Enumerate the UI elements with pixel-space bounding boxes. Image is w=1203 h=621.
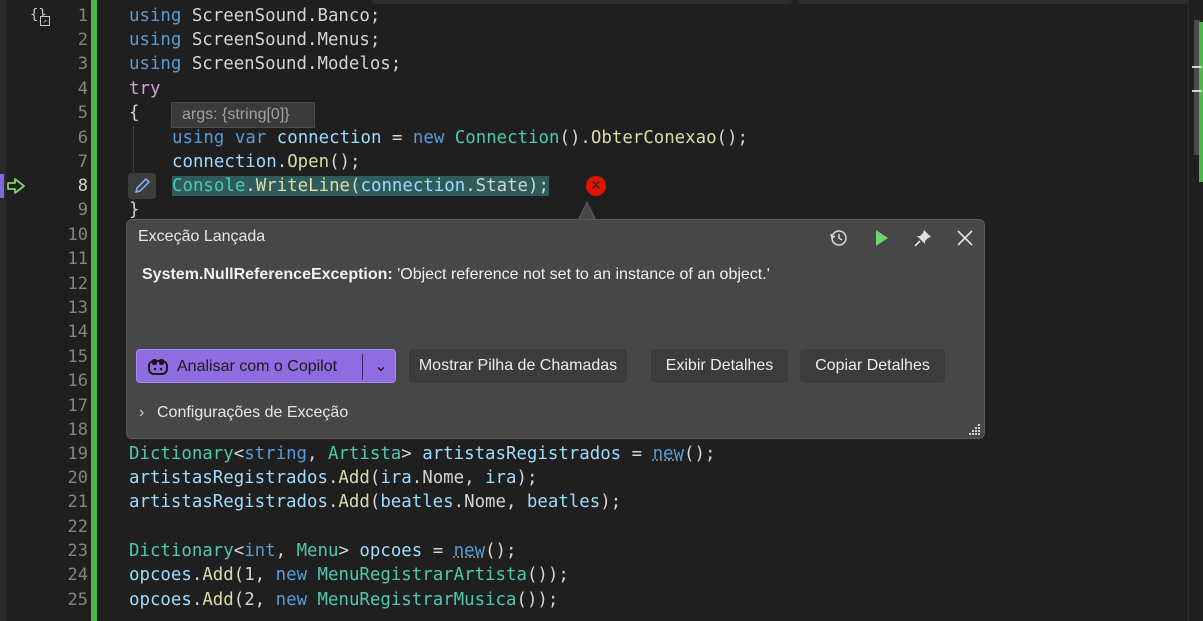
code-line-5[interactable]: { xyxy=(129,101,139,125)
line-number: 7 xyxy=(77,152,88,172)
vertical-scrollbar[interactable] xyxy=(1188,0,1203,621)
code-line-4[interactable]: try xyxy=(129,77,160,101)
line-number: 22 xyxy=(67,517,88,537)
namespace: ScreenSound.Banco; xyxy=(181,6,381,26)
line-number: 15 xyxy=(67,347,88,367)
line-number: 16 xyxy=(67,371,88,391)
keyword: using xyxy=(129,6,182,26)
line-number: 19 xyxy=(67,444,88,464)
keyword: using xyxy=(129,30,182,50)
line-number: 12 xyxy=(67,274,88,294)
code-line-1[interactable]: using ScreenSound.Banco; xyxy=(129,4,380,28)
error-icon[interactable]: ✕ xyxy=(586,176,606,196)
code-line-20[interactable]: artistasRegistrados.Add(ira.Nome, ira); xyxy=(129,466,537,490)
line-number: 23 xyxy=(67,541,88,561)
show-call-stack-button[interactable]: Mostrar Pilha de Chamadas xyxy=(409,349,627,383)
change-tracking-bar xyxy=(91,0,97,621)
brace: { xyxy=(129,103,140,123)
line-number: 13 xyxy=(67,298,88,318)
exception-type: System.NullReferenceException: xyxy=(142,266,393,283)
continue-icon[interactable] xyxy=(868,225,894,251)
namespace: ScreenSound.Menus; xyxy=(181,30,381,50)
line-number: 3 xyxy=(77,54,88,74)
datatip-args[interactable]: args: {string[0]} xyxy=(171,102,315,128)
copy-details-button[interactable]: Copiar Detalhes xyxy=(800,349,945,383)
view-details-button[interactable]: Exibir Detalhes xyxy=(651,349,788,383)
line-number: 24 xyxy=(67,565,88,585)
line-number: 11 xyxy=(67,249,88,269)
keyword: try xyxy=(129,79,161,99)
line-number: 6 xyxy=(77,128,88,148)
pencil-icon xyxy=(134,177,151,194)
line-number: 8 xyxy=(77,176,88,196)
code-line-21[interactable]: artistasRegistrados.Add(beatles.Nome, be… xyxy=(129,490,621,514)
code-line-8[interactable]: Console.WriteLine(connection.State); xyxy=(172,174,549,198)
code-line-24[interactable]: opcoes.Add(1, new MenuRegistrarArtista()… xyxy=(129,563,569,587)
line-number: 2 xyxy=(77,30,88,50)
analyze-with-copilot-button[interactable]: Analisar com o Copilot ⌄ xyxy=(136,349,396,383)
close-icon[interactable] xyxy=(952,225,978,251)
copilot-button-label: Analisar com o Copilot xyxy=(177,358,338,375)
namespace: ScreenSound.Modelos; xyxy=(181,54,402,74)
instruction-pointer-icon[interactable] xyxy=(6,176,28,196)
pin-icon[interactable] xyxy=(910,225,936,251)
chevron-down-icon[interactable]: ⌄ xyxy=(371,350,391,384)
code-line-19[interactable]: Dictionary<string, Artista> artistasRegi… xyxy=(129,442,715,466)
exception-text: 'Object reference not set to an instance… xyxy=(392,266,770,283)
line-number: 14 xyxy=(67,322,88,342)
code-line-6[interactable]: using var connection = new Connection().… xyxy=(172,126,748,150)
current-line-marker xyxy=(0,174,4,198)
line-number: 21 xyxy=(67,492,88,512)
line-number: 4 xyxy=(77,79,88,99)
history-icon[interactable] xyxy=(826,225,852,251)
code-line-25[interactable]: opcoes.Add(2, new MenuRegistrarMusica())… xyxy=(129,588,558,612)
keyword: using xyxy=(129,54,182,74)
exception-helper: Exceção Lançada System.NullReferenceExce… xyxy=(126,219,985,439)
code-line-7[interactable]: connection.Open(); xyxy=(172,150,361,174)
exception-settings-label: Configurações de Exceção xyxy=(157,404,349,421)
tab[interactable] xyxy=(798,0,1188,4)
line-number: 10 xyxy=(67,225,88,245)
line-number: 5 xyxy=(77,103,88,123)
line-number: 9 xyxy=(77,200,88,220)
copilot-icon xyxy=(148,359,168,375)
code-line-23[interactable]: Dictionary<int, Menu> opcoes = new(); xyxy=(129,539,517,563)
chevron-right-icon: › xyxy=(139,404,145,421)
tab[interactable] xyxy=(372,0,792,4)
exception-toolbar xyxy=(826,225,976,251)
scroll-marker xyxy=(1192,90,1202,92)
scroll-marker xyxy=(1192,66,1202,68)
code-line-2[interactable]: using ScreenSound.Menus; xyxy=(129,28,380,52)
exception-title: Exceção Lançada xyxy=(138,228,266,245)
line-number: 1 xyxy=(77,6,88,26)
code-line-3[interactable]: using ScreenSound.Modelos; xyxy=(129,52,401,76)
exception-settings-toggle[interactable]: › Configurações de Exceção xyxy=(139,404,348,422)
line-number: 17 xyxy=(67,396,88,416)
line-number: 25 xyxy=(67,590,88,610)
glyph-margin[interactable] xyxy=(0,0,6,621)
change-marker xyxy=(1199,22,1203,182)
resize-grip-icon[interactable] xyxy=(969,423,981,435)
line-number: 20 xyxy=(67,468,88,488)
line-number: 18 xyxy=(67,420,88,440)
exception-message: System.NullReferenceException: 'Object r… xyxy=(142,266,770,284)
edit-and-continue-button[interactable] xyxy=(128,173,156,199)
